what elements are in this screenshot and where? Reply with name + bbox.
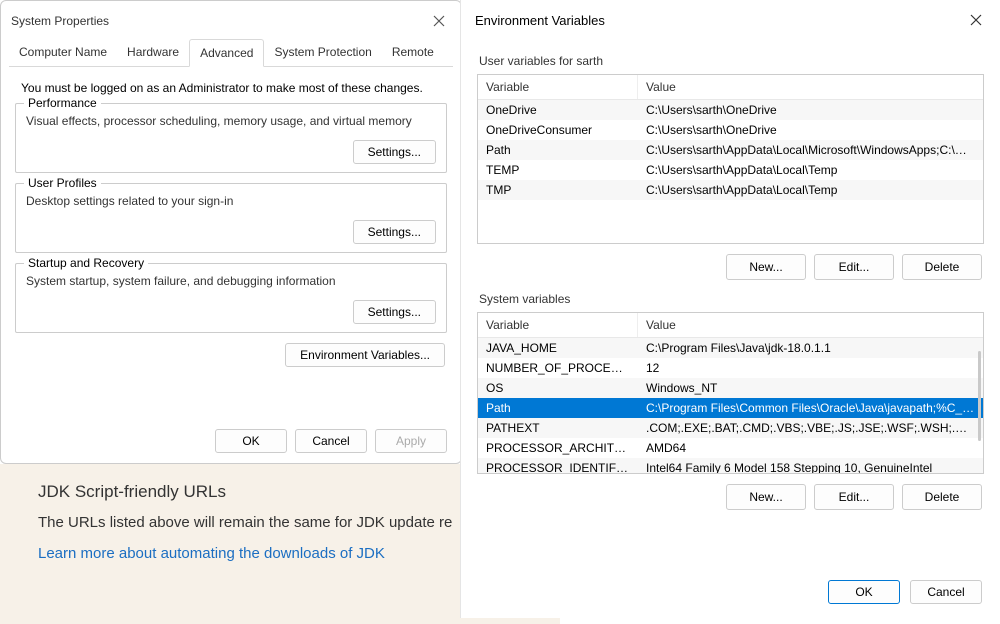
table-row[interactable]: PROCESSOR_IDENTIFIERIntel64 Family 6 Mod… — [478, 458, 983, 474]
cell-variable: OS — [478, 378, 638, 398]
sysprop-tabs: Computer Name Hardware Advanced System P… — [9, 39, 453, 67]
table-row[interactable]: NUMBER_OF_PROCESSORS12 — [478, 358, 983, 378]
performance-legend: Performance — [24, 96, 101, 110]
cell-variable: Path — [478, 398, 638, 418]
cell-value: C:\Users\sarth\OneDrive — [638, 100, 983, 120]
tab-computer-name[interactable]: Computer Name — [9, 39, 117, 66]
sys-delete-button[interactable]: Delete — [902, 484, 982, 510]
cell-variable: PROCESSOR_ARCHITECTU... — [478, 438, 638, 458]
system-properties-dialog: System Properties Computer Name Hardware… — [0, 0, 462, 464]
col-header-variable[interactable]: Variable — [478, 313, 638, 337]
table-row[interactable]: TMPC:\Users\sarth\AppData\Local\Temp — [478, 180, 983, 200]
environment-variables-dialog: Environment Variables User variables for… — [460, 0, 1000, 618]
table-row[interactable]: PATHEXT.COM;.EXE;.BAT;.CMD;.VBS;.VBE;.JS… — [478, 418, 983, 438]
tab-hardware[interactable]: Hardware — [117, 39, 189, 66]
tab-system-protection[interactable]: System Protection — [264, 39, 381, 66]
performance-settings-button[interactable]: Settings... — [353, 140, 436, 164]
sys-vars-label: System variables — [479, 292, 984, 306]
cell-variable: NUMBER_OF_PROCESSORS — [478, 358, 638, 378]
sys-vars-table[interactable]: Variable Value JAVA_HOMEC:\Program Files… — [477, 312, 984, 474]
table-row[interactable]: PathC:\Users\sarth\AppData\Local\Microso… — [478, 140, 983, 160]
table-row[interactable]: JAVA_HOMEC:\Program Files\Java\jdk-18.0.… — [478, 338, 983, 358]
startup-recovery-group: Startup and Recovery System startup, sys… — [15, 263, 447, 333]
environment-variables-button[interactable]: Environment Variables... — [285, 343, 445, 367]
tab-remote[interactable]: Remote — [382, 39, 444, 66]
cell-value: AMD64 — [638, 438, 983, 458]
user-edit-button[interactable]: Edit... — [814, 254, 894, 280]
user-new-button[interactable]: New... — [726, 254, 806, 280]
cell-variable: TEMP — [478, 160, 638, 180]
user-profiles-desc: Desktop settings related to your sign-in — [26, 194, 436, 208]
bg-text: The URLs listed above will remain the sa… — [38, 514, 522, 531]
table-row[interactable]: PathC:\Program Files\Common Files\Oracle… — [478, 398, 983, 418]
user-delete-button[interactable]: Delete — [902, 254, 982, 280]
table-row[interactable]: PROCESSOR_ARCHITECTU...AMD64 — [478, 438, 983, 458]
table-row[interactable]: OneDriveC:\Users\sarth\OneDrive — [478, 100, 983, 120]
cell-variable: TMP — [478, 180, 638, 200]
cell-value: C:\Users\sarth\AppData\Local\Temp — [638, 180, 983, 200]
user-vars-label: User variables for sarth — [479, 54, 984, 68]
cell-value: C:\Users\sarth\AppData\Local\Temp — [638, 160, 983, 180]
close-icon[interactable] — [427, 9, 451, 33]
bg-heading: JDK Script-friendly URLs — [38, 482, 522, 502]
cell-value: C:\Program Files\Java\jdk-18.0.1.1 — [638, 338, 983, 358]
bg-link[interactable]: Learn more about automating the download… — [38, 545, 522, 562]
sysprop-cancel-button[interactable]: Cancel — [295, 429, 367, 453]
col-header-variable[interactable]: Variable — [478, 75, 638, 99]
table-row[interactable]: OSWindows_NT — [478, 378, 983, 398]
user-vars-table[interactable]: Variable Value OneDriveC:\Users\sarth\On… — [477, 74, 984, 244]
tab-advanced[interactable]: Advanced — [189, 39, 264, 67]
env-cancel-button[interactable]: Cancel — [910, 580, 982, 604]
sysprop-ok-button[interactable]: OK — [215, 429, 287, 453]
startup-settings-button[interactable]: Settings... — [353, 300, 436, 324]
cell-variable: JAVA_HOME — [478, 338, 638, 358]
cell-variable: OneDriveConsumer — [478, 120, 638, 140]
user-profiles-legend: User Profiles — [24, 176, 101, 190]
startup-legend: Startup and Recovery — [24, 256, 148, 270]
cell-value: 12 — [638, 358, 983, 378]
cell-variable: OneDrive — [478, 100, 638, 120]
performance-desc: Visual effects, processor scheduling, me… — [26, 114, 436, 128]
cell-value: C:\Users\sarth\OneDrive — [638, 120, 983, 140]
table-row[interactable]: OneDriveConsumerC:\Users\sarth\OneDrive — [478, 120, 983, 140]
sys-edit-button[interactable]: Edit... — [814, 484, 894, 510]
cell-value: C:\Users\sarth\AppData\Local\Microsoft\W… — [638, 140, 983, 160]
cell-variable: PATHEXT — [478, 418, 638, 438]
cell-variable: Path — [478, 140, 638, 160]
env-ok-button[interactable]: OK — [828, 580, 900, 604]
startup-desc: System startup, system failure, and debu… — [26, 274, 436, 288]
cell-value: Intel64 Family 6 Model 158 Stepping 10, … — [638, 458, 983, 474]
cell-value: Windows_NT — [638, 378, 983, 398]
user-profiles-settings-button[interactable]: Settings... — [353, 220, 436, 244]
col-header-value[interactable]: Value — [638, 313, 983, 337]
scrollbar-thumb[interactable] — [978, 351, 981, 441]
cell-value: C:\Program Files\Common Files\Oracle\Jav… — [638, 398, 983, 418]
close-icon[interactable] — [964, 8, 988, 32]
col-header-value[interactable]: Value — [638, 75, 983, 99]
cell-value: .COM;.EXE;.BAT;.CMD;.VBS;.VBE;.JS;.JSE;.… — [638, 418, 983, 438]
sysprop-title: System Properties — [11, 14, 109, 28]
sys-new-button[interactable]: New... — [726, 484, 806, 510]
user-profiles-group: User Profiles Desktop settings related t… — [15, 183, 447, 253]
performance-group: Performance Visual effects, processor sc… — [15, 103, 447, 173]
admin-note: You must be logged on as an Administrato… — [21, 81, 447, 95]
table-row[interactable]: TEMPC:\Users\sarth\AppData\Local\Temp — [478, 160, 983, 180]
sysprop-apply-button[interactable]: Apply — [375, 429, 447, 453]
cell-variable: PROCESSOR_IDENTIFIER — [478, 458, 638, 474]
env-title: Environment Variables — [475, 13, 605, 28]
